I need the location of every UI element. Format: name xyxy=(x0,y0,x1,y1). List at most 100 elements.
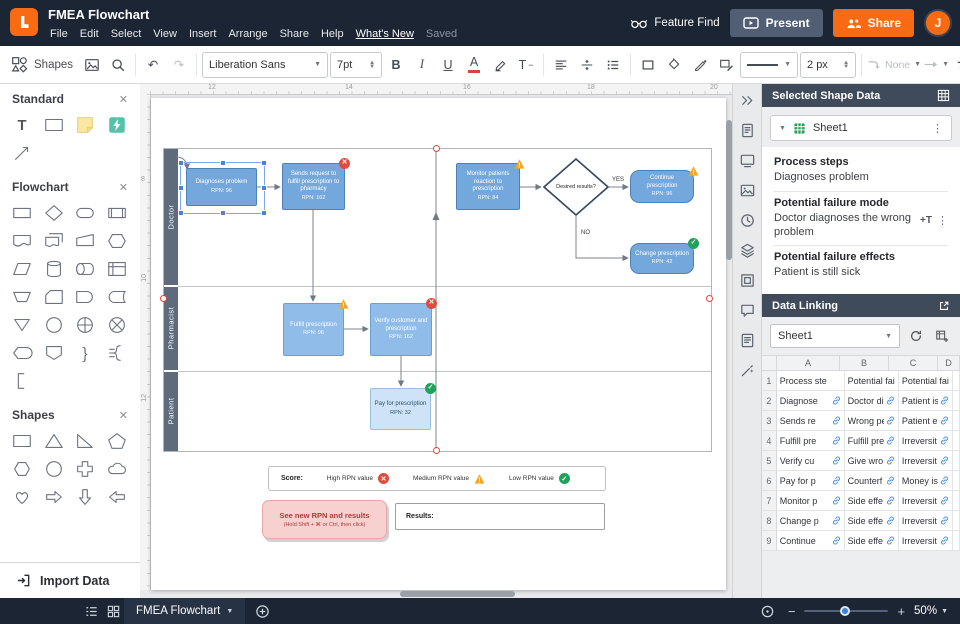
app-logo-icon[interactable] xyxy=(10,8,38,36)
sheet-cell[interactable]: Change p xyxy=(777,511,845,530)
sheet-cell[interactable]: 9 xyxy=(953,511,960,530)
node-sends-request[interactable]: Sends request to fulfill prescription to… xyxy=(282,163,345,210)
slides-icon[interactable] xyxy=(738,150,758,170)
shape-or-junction[interactable] xyxy=(71,312,99,338)
node-continue-prescription[interactable]: Continue prescription RPN: 96 ! xyxy=(630,170,694,203)
row-number[interactable]: 4 xyxy=(762,431,777,450)
sheet-cell[interactable]: 6 xyxy=(953,391,960,410)
sheet-cell[interactable]: Money is xyxy=(899,471,953,490)
line-curve-select[interactable]: None ▼ xyxy=(867,52,921,78)
shape-search-button[interactable] xyxy=(106,52,130,78)
refresh-icon[interactable] xyxy=(906,326,926,346)
sheet-cell[interactable]: Sends re xyxy=(777,411,845,430)
shape-process[interactable] xyxy=(8,200,36,226)
clear-text-format-button[interactable]: T− xyxy=(514,52,538,78)
import-data-button[interactable]: Import Data xyxy=(0,562,140,598)
selection-outline[interactable] xyxy=(180,162,265,214)
corner-cell[interactable] xyxy=(762,356,777,370)
sheet-cell[interactable]: Patient e xyxy=(899,411,953,430)
menu-file[interactable]: File xyxy=(44,26,74,42)
insert-text-icon[interactable]: +T xyxy=(920,215,932,226)
shape-summing-junction[interactable] xyxy=(103,312,131,338)
shape-manual-input[interactable] xyxy=(71,228,99,254)
shapes-panel-toggle[interactable]: Shapes xyxy=(6,52,78,78)
drawing-canvas[interactable]: 12 14 16 18 20 8 10 12 Doctor Pharmacist… xyxy=(140,84,732,598)
field-failure-effects[interactable]: Potential failure effects Patient is sti… xyxy=(774,246,948,286)
page-tab[interactable]: FMEA Flowchart ▼ xyxy=(124,598,245,624)
row-number[interactable]: 1 xyxy=(762,371,777,390)
connector-endpoint[interactable] xyxy=(160,295,167,302)
shape-database[interactable] xyxy=(40,256,68,282)
shape-arrow-down[interactable] xyxy=(71,484,99,510)
manage-data-icon[interactable] xyxy=(932,326,952,346)
sheet-cell[interactable]: Patient is xyxy=(899,391,953,410)
page-list-icon[interactable] xyxy=(80,600,102,622)
underline-button[interactable]: U xyxy=(436,52,460,78)
sheet-cell[interactable]: Wrong pe xyxy=(845,411,899,430)
frame-icon[interactable] xyxy=(738,270,758,290)
fill-color-button[interactable] xyxy=(662,52,686,78)
sheet-cell[interactable]: Potential fai xyxy=(899,371,953,390)
sheet-cell[interactable]: Potential fai xyxy=(845,371,899,390)
shape-sticky-note[interactable] xyxy=(71,112,99,138)
zoom-in-button[interactable]: + xyxy=(897,604,905,619)
shape-delay[interactable] xyxy=(71,284,99,310)
sheet-cell[interactable]: 2 xyxy=(953,471,960,490)
linked-sheet-select[interactable]: Sheet1 ▼ xyxy=(770,324,900,348)
bullet-list-button[interactable] xyxy=(601,52,625,78)
shape-line-arrow[interactable] xyxy=(8,140,36,166)
user-avatar[interactable]: J xyxy=(924,9,952,37)
shape-rectangle[interactable] xyxy=(40,112,68,138)
row-number[interactable]: 5 xyxy=(762,451,777,470)
menu-edit[interactable]: Edit xyxy=(74,26,105,42)
sheet-cell[interactable]: Irreversit xyxy=(899,511,953,530)
node-fulfill-prescription[interactable]: Fulfill prescription RPN: 96 ! xyxy=(283,303,344,356)
sheet-cell[interactable]: Side effe xyxy=(845,511,899,530)
close-icon[interactable]: ✕ xyxy=(119,409,128,422)
line-width-select[interactable]: 2 px ▲▼ xyxy=(800,52,856,78)
close-icon[interactable]: ✕ xyxy=(119,181,128,194)
sheet-cell[interactable]: 9 xyxy=(953,411,960,430)
add-page-icon[interactable] xyxy=(251,600,273,622)
sheet-cell[interactable]: Side effe xyxy=(845,491,899,510)
connector-type-button[interactable] xyxy=(951,52,960,78)
vertical-align-button[interactable] xyxy=(575,52,599,78)
shape-text[interactable]: T xyxy=(8,112,36,138)
sheet-cell[interactable]: Fulfill pre xyxy=(777,431,845,450)
instruction-note[interactable]: See new RPN and results (Hold Shift + ⌘ … xyxy=(262,500,387,539)
kebab-menu-icon[interactable]: ⋮ xyxy=(937,214,948,227)
arrow-ends-select[interactable]: ▼ xyxy=(923,52,949,78)
connector-endpoint[interactable] xyxy=(433,447,440,454)
sheet-cell[interactable]: Process ste xyxy=(777,371,845,390)
undo-button[interactable]: ↶ xyxy=(141,52,165,78)
line-style-select[interactable]: ▼ xyxy=(740,52,798,78)
sheet-cell[interactable]: Irreversit xyxy=(899,431,953,450)
zoom-slider-thumb[interactable] xyxy=(840,606,850,616)
zoom-slider[interactable] xyxy=(804,610,888,612)
highlighter-button[interactable] xyxy=(488,52,512,78)
sheet-cell[interactable]: Counterf xyxy=(845,471,899,490)
shape-outline-button[interactable] xyxy=(636,52,660,78)
field-failure-mode[interactable]: Potential failure mode Doctor diagnoses … xyxy=(774,192,948,247)
sheet-cell[interactable]: Sev xyxy=(953,371,960,390)
shape-manual-operation[interactable] xyxy=(8,284,36,310)
sheet-cell[interactable]: Monitor p xyxy=(777,491,845,510)
column-header-d[interactable]: D xyxy=(938,356,960,370)
sheet-cell[interactable]: Side effe xyxy=(845,531,899,550)
shape-cloud[interactable] xyxy=(103,456,131,482)
page-grid-icon[interactable] xyxy=(102,600,124,622)
shape-heart[interactable] xyxy=(8,484,36,510)
shape-triangle[interactable] xyxy=(40,428,68,454)
menu-view[interactable]: View xyxy=(147,26,183,42)
shape-decision[interactable] xyxy=(40,200,68,226)
connector-endpoint[interactable] xyxy=(706,295,713,302)
node-desired-results[interactable]: Desired results? xyxy=(543,158,609,216)
sheet-cell[interactable]: Continue xyxy=(777,531,845,550)
share-button[interactable]: Share xyxy=(833,9,914,37)
redo-button[interactable]: ↷ xyxy=(167,52,191,78)
zoom-fit-icon[interactable] xyxy=(757,600,779,622)
sheet-cell[interactable]: Irreversit xyxy=(899,451,953,470)
text-color-button[interactable]: A xyxy=(462,52,486,78)
sheet-cell[interactable]: Verify cu xyxy=(777,451,845,470)
shape-data-icon[interactable] xyxy=(738,120,758,140)
